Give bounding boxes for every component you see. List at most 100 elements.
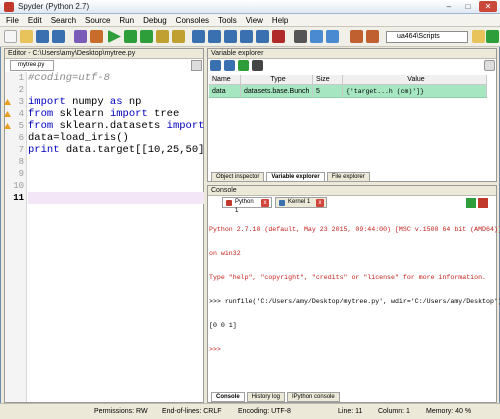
close-tab-icon[interactable]: x: [316, 199, 324, 207]
console-bottom-tabs: Console History log IPython console: [211, 392, 342, 402]
editor-title: Editor - C:\Users\amy\Desktop\mytree.py: [5, 49, 203, 59]
menu-tools[interactable]: Tools: [218, 16, 237, 25]
run-cell-advance-icon[interactable]: [172, 30, 185, 43]
console-line: [0 0 1]: [209, 322, 237, 329]
line-number-gutter: 1 2 3 4 5 6 7 8 9 10 11: [5, 72, 27, 402]
parent-dir-icon[interactable]: [486, 30, 499, 43]
console-title: Console: [208, 186, 496, 196]
preferences-icon[interactable]: [310, 30, 323, 43]
menu-edit[interactable]: Edit: [28, 16, 42, 25]
spyder-app-icon: [4, 2, 14, 12]
open-file-icon[interactable]: [20, 30, 33, 43]
menu-bar: File Edit Search Source Run Debug Consol…: [0, 14, 500, 27]
menu-source[interactable]: Source: [85, 16, 110, 25]
title-bar: Spyder (Python 2.7) – □ ✕: [0, 0, 500, 14]
code-area[interactable]: #coding=utf-8 import numpy as np from sk…: [28, 72, 204, 204]
python-console-icon: [226, 200, 232, 206]
variable-explorer-pane: Variable explorer: [207, 48, 497, 182]
tab-kernel-1-label: Kernel 1: [288, 199, 311, 205]
column-type[interactable]: Type: [241, 75, 313, 84]
working-directory-field[interactable]: ua464\Scripts: [386, 31, 468, 43]
console-line: >>> runfile('C:/Users/amy/Desktop/mytree…: [209, 298, 500, 305]
table-row[interactable]: data datasets.base.Bunch 5 {'target...h …: [209, 85, 487, 98]
run-icon[interactable]: [108, 30, 121, 43]
tab-ipython-console[interactable]: IPython console: [287, 392, 340, 402]
column-value[interactable]: Value: [343, 75, 487, 84]
import-data-icon[interactable]: [210, 60, 221, 71]
menu-consoles[interactable]: Consoles: [176, 16, 209, 25]
browse-folder-icon[interactable]: [472, 30, 485, 43]
explorer-options-icon[interactable]: [484, 60, 495, 71]
editor-file-tab[interactable]: mytree.py: [10, 60, 54, 71]
var-size: 5: [313, 85, 343, 97]
status-memory: Memory: 40 %: [426, 408, 472, 415]
status-encoding: Encoding: UTF-8: [238, 408, 291, 415]
tab-kernel-1[interactable]: Kernel 1 x: [275, 197, 327, 208]
variable-table: Name Type Size Value data datasets.base.…: [209, 75, 487, 98]
step-icon[interactable]: [208, 30, 221, 43]
line-number: 1: [18, 73, 24, 83]
save-data-as-icon[interactable]: [238, 60, 249, 71]
continue-icon[interactable]: [256, 30, 269, 43]
status-column: Column: 1: [378, 408, 410, 415]
pythonpath-icon[interactable]: [326, 30, 339, 43]
tab-console[interactable]: Console: [211, 392, 245, 402]
save-data-icon[interactable]: [224, 60, 235, 71]
close-button[interactable]: ✕: [479, 1, 497, 12]
code-line: #coding=utf-8: [28, 72, 110, 84]
forward-icon[interactable]: [366, 30, 379, 43]
rerun-icon[interactable]: [140, 30, 153, 43]
maximize-pane-icon[interactable]: [294, 30, 307, 43]
menu-search[interactable]: Search: [51, 16, 76, 25]
line-number: 2: [18, 85, 24, 95]
code-line: import numpy as np: [28, 96, 142, 108]
variable-explorer-title: Variable explorer: [208, 49, 496, 59]
save-all-icon[interactable]: [52, 30, 65, 43]
line-number: 8: [18, 157, 24, 167]
menu-debug[interactable]: Debug: [143, 16, 167, 25]
tab-file-explorer[interactable]: File explorer: [326, 172, 370, 182]
step-return-icon[interactable]: [240, 30, 253, 43]
menu-file[interactable]: File: [6, 16, 19, 25]
minimize-button[interactable]: –: [440, 1, 458, 12]
print-icon[interactable]: [74, 30, 87, 43]
code-line: data=load_iris(): [28, 132, 129, 144]
column-size[interactable]: Size: [313, 75, 343, 84]
column-name[interactable]: Name: [209, 75, 241, 84]
menu-view[interactable]: View: [246, 16, 263, 25]
status-eol: End-of-lines: CRLF: [162, 408, 222, 415]
status-line: Line: 11: [338, 408, 363, 415]
console-output[interactable]: Python 2.7.10 (default, May 23 2015, 09:…: [209, 210, 500, 362]
run-console-icon[interactable]: [466, 198, 476, 208]
console-line: on win32: [209, 250, 241, 257]
remove-all-icon[interactable]: [252, 60, 263, 71]
editor-options-icon[interactable]: [191, 60, 202, 71]
console-prompt: >>>: [209, 346, 221, 353]
status-permissions: Permissions: RW: [94, 408, 148, 415]
run-selection-icon[interactable]: [90, 30, 103, 43]
step-into-icon[interactable]: [224, 30, 237, 43]
menu-help[interactable]: Help: [272, 16, 288, 25]
stop-console-icon[interactable]: [478, 198, 488, 208]
maximize-button[interactable]: □: [459, 1, 477, 12]
right-top-tabs: Object inspector Variable explorer File …: [211, 172, 372, 182]
stop-debug-icon[interactable]: [272, 30, 285, 43]
window-title: Spyder (Python 2.7): [18, 2, 90, 11]
line-number: 11: [13, 193, 24, 203]
tab-history-log[interactable]: History log: [246, 392, 286, 402]
menu-run[interactable]: Run: [119, 16, 134, 25]
tab-python-1[interactable]: Python 1 x: [222, 197, 272, 214]
run-cell-icon[interactable]: [156, 30, 169, 43]
var-name: data: [209, 85, 241, 97]
console-line: Python 2.7.10 (default, May 23 2015, 09:…: [209, 226, 500, 233]
new-file-icon[interactable]: [4, 30, 17, 43]
debug-icon[interactable]: [192, 30, 205, 43]
save-icon[interactable]: [36, 30, 49, 43]
tab-object-inspector[interactable]: Object inspector: [211, 172, 265, 182]
back-icon[interactable]: [350, 30, 363, 43]
close-tab-icon[interactable]: x: [261, 199, 269, 207]
run-config-icon[interactable]: [124, 30, 137, 43]
tab-variable-explorer[interactable]: Variable explorer: [266, 172, 325, 182]
